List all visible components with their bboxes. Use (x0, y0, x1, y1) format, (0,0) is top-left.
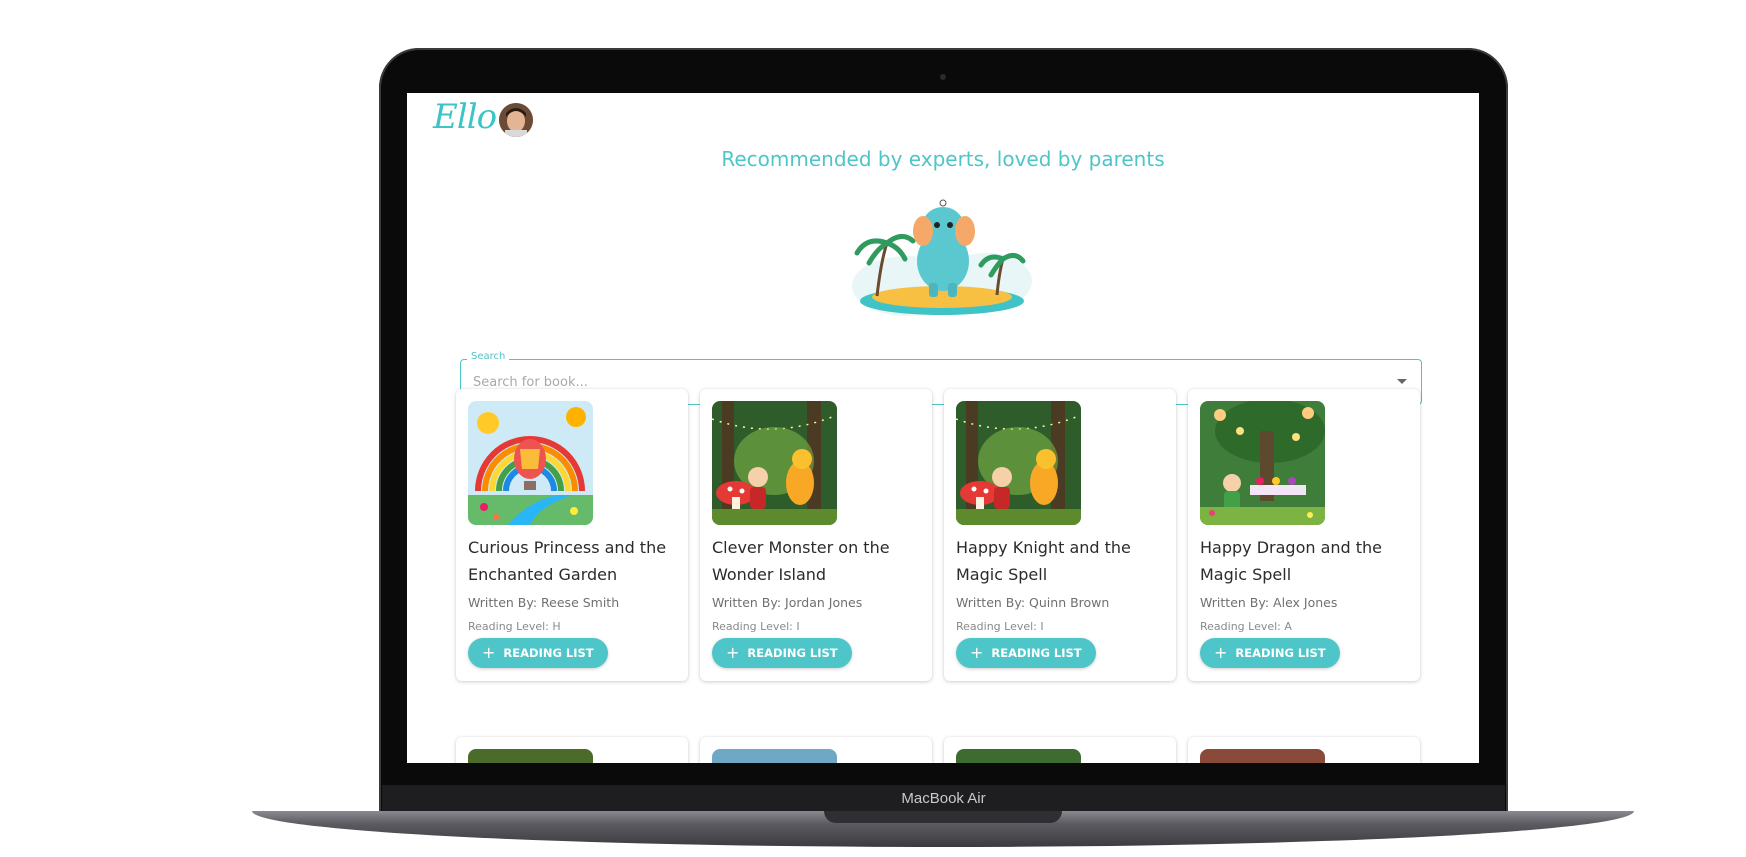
book-card[interactable]: Happy Dragon and the Magic Spell Written… (1188, 389, 1420, 681)
device-model-label: MacBook Air (901, 790, 986, 807)
reading-level: Reading Level: I (956, 620, 1044, 633)
rainbow-balloon-cover-icon (468, 401, 593, 525)
search-label: Search (467, 351, 510, 362)
chevron-down-icon[interactable] (1397, 379, 1407, 384)
plus-icon: + (726, 643, 740, 662)
book-card[interactable] (1188, 737, 1420, 763)
plus-icon: + (1214, 643, 1228, 662)
reading-level: Reading Level: H (468, 620, 561, 633)
laptop-notch (824, 811, 1062, 823)
camera-icon (940, 74, 946, 80)
book-cover-icon (1200, 749, 1325, 763)
book-author: Written By: Alex Jones (1200, 595, 1338, 610)
book-cover-icon (956, 749, 1081, 763)
plus-icon: + (482, 643, 496, 662)
book-author: Written By: Jordan Jones (712, 595, 863, 610)
button-label: READING LIST (747, 646, 838, 660)
book-author: Written By: Quinn Brown (956, 595, 1110, 610)
book-card[interactable] (456, 737, 688, 763)
button-label: READING LIST (991, 646, 1082, 660)
book-cover-icon (712, 749, 837, 763)
book-title[interactable]: Curious Princess and the Enchanted Garde… (468, 534, 680, 588)
plus-icon: + (970, 643, 984, 662)
forest-monster-cover-icon (712, 401, 837, 525)
book-author: Written By: Reese Smith (468, 595, 620, 610)
garden-party-cover-icon (1200, 401, 1325, 525)
app-logo[interactable]: Ello (433, 97, 497, 137)
reading-level: Reading Level: A (1200, 620, 1292, 633)
book-title[interactable]: Happy Dragon and the Magic Spell (1200, 534, 1412, 588)
book-title[interactable]: Happy Knight and the Magic Spell (956, 534, 1168, 588)
book-title[interactable]: Clever Monster on the Wonder Island (712, 534, 924, 588)
elephant-island-illustration (852, 199, 1032, 316)
button-label: READING LIST (503, 646, 594, 660)
user-avatar[interactable] (499, 103, 533, 137)
add-to-reading-list-button[interactable]: + READING LIST (956, 638, 1096, 668)
add-to-reading-list-button[interactable]: + READING LIST (468, 638, 608, 668)
book-card[interactable]: Happy Knight and the Magic Spell Written… (944, 389, 1176, 681)
add-to-reading-list-button[interactable]: + READING LIST (1200, 638, 1340, 668)
book-cover-icon (468, 749, 593, 763)
forest-knight-cover-icon (956, 401, 1081, 525)
book-card[interactable] (700, 737, 932, 763)
reading-level: Reading Level: I (712, 620, 800, 633)
book-card[interactable]: Clever Monster on the Wonder Island Writ… (700, 389, 932, 681)
app-screen: Ello Recommended by experts, loved by pa… (407, 93, 1479, 763)
book-card[interactable]: Curious Princess and the Enchanted Garde… (456, 389, 688, 681)
page-headline: Recommended by experts, loved by parents (721, 147, 1165, 171)
avatar-image (499, 103, 533, 137)
add-to-reading-list-button[interactable]: + READING LIST (712, 638, 852, 668)
button-label: READING LIST (1235, 646, 1326, 660)
book-card[interactable] (944, 737, 1176, 763)
